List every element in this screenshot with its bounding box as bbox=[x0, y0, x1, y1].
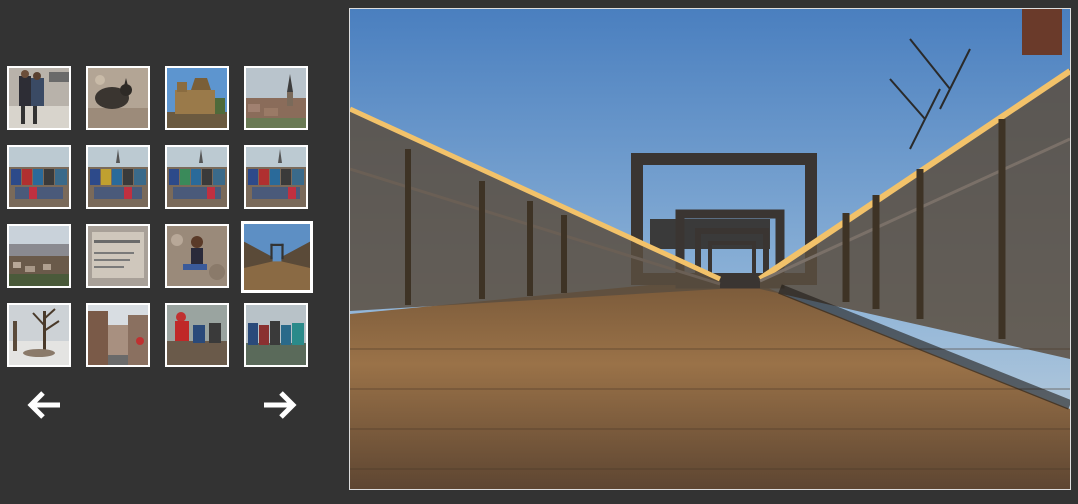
thumbnail-10[interactable] bbox=[86, 224, 150, 288]
arrow-right-icon bbox=[264, 391, 297, 419]
thumbnail-8[interactable] bbox=[244, 145, 308, 209]
thumbnail-9[interactable] bbox=[7, 224, 71, 288]
girl-sitting-thumbnail bbox=[167, 226, 227, 286]
town-church-thumbnail bbox=[246, 68, 306, 128]
group-photo-thumbnail bbox=[246, 147, 306, 207]
animal-on-rocks-thumbnail bbox=[88, 68, 148, 128]
thumbnail-grid bbox=[7, 66, 317, 370]
prev-button[interactable] bbox=[24, 385, 64, 425]
thumbnail-16[interactable] bbox=[244, 303, 308, 367]
arrow-left-icon bbox=[27, 391, 60, 419]
next-button[interactable] bbox=[260, 385, 300, 425]
thumbnail-11[interactable] bbox=[165, 224, 229, 288]
castle-thumbnail bbox=[167, 68, 227, 128]
thumbnail-14[interactable] bbox=[86, 303, 150, 367]
main-image-viewer[interactable] bbox=[349, 8, 1071, 490]
thumbnail-7[interactable] bbox=[165, 145, 229, 209]
thumbnail-1[interactable] bbox=[7, 66, 71, 130]
group-photo-thumbnail bbox=[88, 147, 148, 207]
hikers-thumbnail bbox=[167, 305, 227, 365]
group-photo-thumbnail bbox=[167, 147, 227, 207]
people-in-snow-thumbnail bbox=[9, 68, 69, 128]
bridge-photo bbox=[350, 9, 1070, 489]
hikers-group-thumbnail bbox=[246, 305, 306, 365]
thumbnail-6[interactable] bbox=[86, 145, 150, 209]
old-street-thumbnail bbox=[88, 305, 148, 365]
valley-town-thumbnail bbox=[9, 226, 69, 286]
snowy-tree-thumbnail bbox=[9, 305, 69, 365]
thumbnail-3[interactable] bbox=[165, 66, 229, 130]
group-photo-thumbnail bbox=[9, 147, 69, 207]
bridge-thumbnail bbox=[244, 224, 310, 290]
thumbnail-2[interactable] bbox=[86, 66, 150, 130]
museum-sign-thumbnail bbox=[88, 226, 148, 286]
thumbnail-4[interactable] bbox=[244, 66, 308, 130]
thumbnail-15[interactable] bbox=[165, 303, 229, 367]
photo-gallery bbox=[0, 0, 1078, 504]
thumbnail-5[interactable] bbox=[7, 145, 71, 209]
thumbnail-13[interactable] bbox=[7, 303, 71, 367]
thumbnail-12[interactable] bbox=[241, 221, 313, 293]
